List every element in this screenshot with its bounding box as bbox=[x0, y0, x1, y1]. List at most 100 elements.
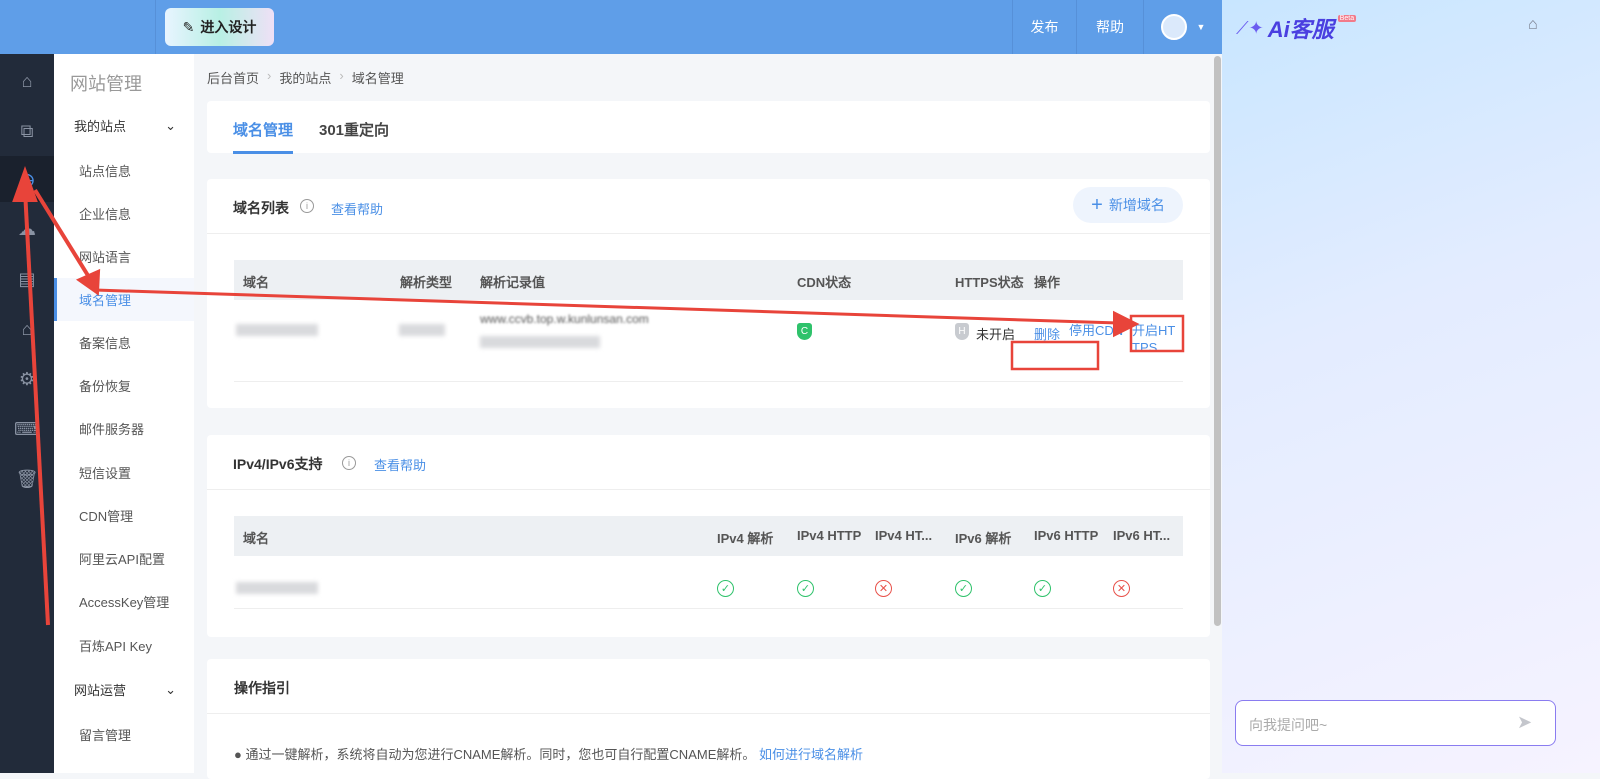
column-header: 操作 bbox=[1034, 275, 1061, 290]
shop-icon[interactable]: ⌂ bbox=[0, 306, 54, 352]
type-blurred bbox=[399, 324, 445, 336]
nav-group-my-site[interactable]: 我的站点 ⌄ bbox=[54, 104, 194, 147]
column-header: 域名 bbox=[243, 531, 270, 546]
breadcrumb: 后台首页 › 我的站点 › 域名管理 bbox=[207, 68, 404, 87]
help-link[interactable]: 查看帮助 bbox=[374, 455, 426, 474]
guide-text: ● 通过一键解析，系统将自动为您进行CNAME解析。同时，您也可自行配置CNAM… bbox=[234, 747, 864, 762]
section-title: IPv4/IPv6支持 bbox=[233, 456, 323, 472]
chevron-down-icon: ⌄ bbox=[165, 681, 176, 697]
enable-https-link[interactable]: 开启HTTPS bbox=[1132, 322, 1182, 356]
column-header: 域名 bbox=[243, 275, 270, 290]
avatar bbox=[1160, 14, 1187, 40]
column-header: IPv6 HT... bbox=[1113, 528, 1171, 543]
chevron-down-icon: ⌄ bbox=[165, 117, 176, 133]
column-header: IPv4 解析 bbox=[717, 531, 774, 546]
column-header: IPv4 HT... bbox=[875, 528, 933, 543]
basket-icon[interactable]: ⌂ bbox=[1528, 16, 1538, 34]
column-header: HTTPS状态 bbox=[955, 275, 1024, 290]
palette-icon[interactable]: ☁ bbox=[0, 206, 54, 252]
sidebar-item[interactable]: 留言管理 bbox=[54, 713, 194, 756]
record-blurred bbox=[480, 336, 600, 348]
sidebar-item[interactable]: 阿里云API配置 bbox=[54, 537, 194, 580]
help-link[interactable]: 查看帮助 bbox=[331, 199, 383, 218]
gear-icon[interactable]: ⚙ bbox=[0, 356, 54, 402]
sidebar-item[interactable]: 备案信息 bbox=[54, 321, 194, 364]
delete-link[interactable]: 删除 bbox=[1034, 324, 1060, 343]
divider bbox=[207, 233, 1210, 234]
table-header: 域名 IPv4 解析 IPv4 HTTP IPv4 HT... IPv6 解析 … bbox=[234, 516, 1183, 556]
guide-card: 操作指引 ● 通过一键解析，系统将自动为您进行CNAME解析。同时，您也可自行配… bbox=[207, 659, 1210, 779]
check-circle-icon: ✓ bbox=[955, 580, 972, 597]
sidebar-item[interactable]: 企业信息 bbox=[54, 192, 194, 235]
divider bbox=[207, 713, 1210, 714]
disable-cdn-link[interactable]: 停用CDN bbox=[1069, 322, 1131, 339]
domain-blurred bbox=[236, 582, 318, 594]
https-status: 未开启 bbox=[976, 327, 1016, 342]
ask-input[interactable]: 向我提问吧~ ➤ bbox=[1235, 700, 1556, 746]
ai-assistant-panel: ⟋✦ Ai客服 Beta ⌂ 向我提问吧~ ➤ bbox=[1222, 0, 1600, 773]
terminal-icon[interactable]: ⌨ bbox=[0, 406, 54, 452]
add-domain-button[interactable]: + 新增域名 bbox=[1073, 187, 1183, 223]
tab-domain-management[interactable]: 域名管理 bbox=[233, 119, 294, 154]
sparkle-icon: ⟋✦ bbox=[1236, 17, 1264, 38]
table-row: www.ccvb.top.w.kunlunsan.com C H 未开启 删除 … bbox=[234, 300, 1183, 382]
chevron-right-icon: › bbox=[339, 68, 344, 83]
info-icon[interactable]: i bbox=[300, 199, 314, 213]
column-header: 解析记录值 bbox=[480, 275, 546, 290]
trash-icon[interactable]: 🗑 bbox=[0, 456, 54, 502]
divider bbox=[207, 489, 1210, 490]
sidebar-item[interactable]: AccessKey管理 bbox=[54, 580, 194, 623]
scrollbar-thumb[interactable] bbox=[1214, 56, 1221, 626]
enter-design-button[interactable]: ✎ 进入设计 bbox=[165, 8, 274, 46]
sidebar-item[interactable]: 网站语言 bbox=[54, 235, 194, 278]
sidebar-item[interactable]: CDN管理 bbox=[54, 494, 194, 537]
column-header: 解析类型 bbox=[400, 275, 453, 290]
column-header: IPv4 HTTP bbox=[797, 528, 862, 543]
sidebar-item[interactable]: 百炼API Key bbox=[54, 624, 194, 667]
sidebar-item[interactable]: 短信设置 bbox=[54, 451, 194, 494]
edit-icon: ✎ bbox=[182, 18, 195, 35]
sidebar-item[interactable]: 备份恢复 bbox=[54, 364, 194, 407]
user-menu[interactable]: ▼ bbox=[1143, 0, 1222, 54]
domain-list-card: 域名列表 i 查看帮助 + 新增域名 域名 解析类型 解析记录值 CDN状态 HT… bbox=[207, 179, 1210, 408]
domain-blurred bbox=[236, 324, 318, 336]
sub-sidebar: 网站管理 我的站点 ⌄ 站点信息 企业信息 网站语言 域名管理 备案信息 备份恢复… bbox=[54, 54, 194, 773]
pages-icon[interactable]: ⧉ bbox=[0, 108, 54, 154]
column-header: IPv6 解析 bbox=[955, 531, 1012, 546]
send-icon[interactable]: ➤ bbox=[1517, 712, 1532, 733]
check-circle-icon: ✓ bbox=[1034, 580, 1051, 597]
info-icon[interactable]: i bbox=[342, 456, 356, 470]
ipv6-card: IPv4/IPv6支持 i 查看帮助 域名 IPv4 解析 IPv4 HTTP … bbox=[207, 435, 1210, 637]
breadcrumb-my-site[interactable]: 我的站点 bbox=[279, 68, 331, 87]
https-shield-icon: H bbox=[955, 323, 969, 340]
tab-301-redirect[interactable]: 301重定向 bbox=[319, 119, 389, 140]
table-row: ✓ ✓ ✕ ✓ ✓ ✕ bbox=[234, 556, 1183, 609]
check-circle-icon: ✓ bbox=[717, 580, 734, 597]
x-circle-icon: ✕ bbox=[875, 580, 892, 597]
section-title: 域名列表 bbox=[233, 200, 289, 216]
tabs-card: 域名管理 301重定向 bbox=[207, 101, 1210, 154]
home-icon[interactable]: ⌂ bbox=[0, 58, 54, 104]
sidebar-item-domain-active[interactable]: 域名管理 bbox=[54, 278, 194, 321]
x-circle-icon: ✕ bbox=[1113, 580, 1130, 597]
breadcrumb-home[interactable]: 后台首页 bbox=[207, 68, 259, 87]
chevron-right-icon: › bbox=[267, 68, 272, 83]
table-header: 域名 解析类型 解析记录值 CDN状态 HTTPS状态 操作 bbox=[234, 260, 1183, 300]
sidebar-item[interactable]: 邮件服务器 bbox=[54, 407, 194, 450]
site-icon[interactable]: 🜨 bbox=[0, 156, 54, 202]
section-title: 操作指引 bbox=[234, 680, 290, 696]
publish-button[interactable]: 发布 bbox=[1012, 0, 1076, 54]
article-icon[interactable]: ▤ bbox=[0, 256, 54, 302]
column-header: CDN状态 bbox=[797, 275, 852, 290]
column-header: IPv6 HTTP bbox=[1034, 528, 1099, 543]
check-circle-icon: ✓ bbox=[797, 580, 814, 597]
sidebar-item[interactable]: 站点信息 bbox=[54, 149, 194, 192]
sidebar-title: 网站管理 bbox=[70, 74, 142, 94]
help-button[interactable]: 帮助 bbox=[1076, 0, 1143, 54]
breadcrumb-current: 域名管理 bbox=[351, 71, 404, 86]
divider bbox=[155, 0, 156, 54]
caret-down-icon: ▼ bbox=[1196, 22, 1206, 32]
ai-logo: ⟋✦ Ai客服 Beta bbox=[1236, 14, 1357, 42]
nav-group-operations[interactable]: 网站运营 ⌄ bbox=[54, 668, 194, 711]
guide-link[interactable]: 如何进行域名解析 bbox=[759, 747, 863, 762]
